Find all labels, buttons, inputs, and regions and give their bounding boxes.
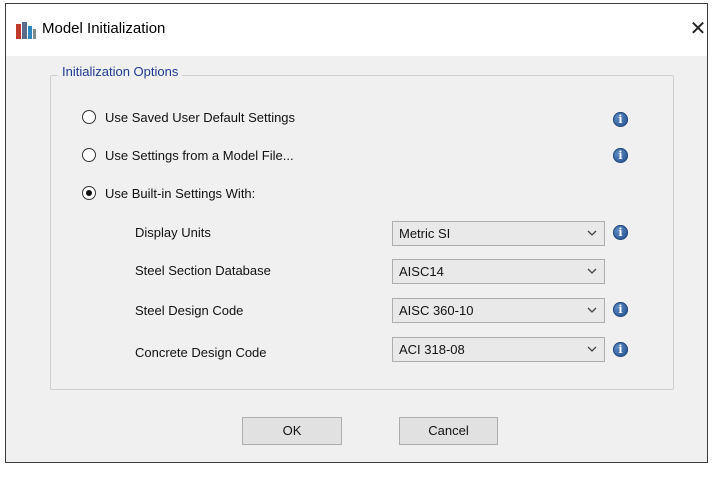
info-icon[interactable]: i: [613, 342, 628, 357]
info-icon[interactable]: i: [613, 302, 628, 317]
dropdown-value: AISC14: [399, 264, 444, 279]
radio-label: Use Built-in Settings With:: [105, 185, 256, 201]
steel-section-database-dropdown[interactable]: AISC14: [392, 259, 605, 284]
close-icon[interactable]: ✕: [688, 17, 708, 41]
steel-design-code-label: Steel Design Code: [135, 303, 244, 318]
dropdown-value: Metric SI: [399, 226, 451, 241]
radio-button-selected[interactable]: [82, 186, 96, 200]
concrete-design-code-dropdown[interactable]: ACI 318-08: [392, 337, 605, 362]
ok-button[interactable]: OK: [242, 417, 342, 445]
cancel-button[interactable]: Cancel: [399, 417, 498, 445]
radio-option-model-file[interactable]: Use Settings from a Model File...: [82, 146, 294, 164]
concrete-design-code-label: Concrete Design Code: [135, 345, 267, 360]
display-units-dropdown[interactable]: Metric SI: [392, 221, 605, 246]
chevron-down-icon: [587, 346, 597, 352]
etabs-app-icon: [16, 22, 36, 39]
steel-design-code-dropdown[interactable]: AISC 360-10: [392, 298, 605, 323]
info-icon[interactable]: i: [613, 225, 628, 240]
group-label: Initialization Options: [58, 64, 183, 79]
radio-button[interactable]: [82, 110, 96, 124]
display-units-label: Display Units: [135, 225, 211, 240]
radio-option-built-in[interactable]: Use Built-in Settings With:: [82, 184, 255, 202]
radio-button[interactable]: [82, 148, 96, 162]
title-bar: Model Initialization ✕: [6, 4, 707, 56]
info-icon[interactable]: i: [613, 112, 628, 127]
radio-option-saved-defaults[interactable]: Use Saved User Default Settings: [82, 108, 295, 126]
dropdown-value: ACI 318-08: [399, 342, 465, 357]
chevron-down-icon: [587, 268, 597, 274]
radio-label: Use Settings from a Model File...: [105, 147, 294, 163]
steel-section-database-label: Steel Section Database: [135, 263, 271, 278]
window-title: Model Initialization: [42, 20, 166, 37]
dropdown-value: AISC 360-10: [399, 303, 474, 318]
radio-label: Use Saved User Default Settings: [105, 109, 296, 125]
info-icon[interactable]: i: [613, 148, 628, 163]
chevron-down-icon: [587, 307, 597, 313]
chevron-down-icon: [587, 230, 597, 236]
